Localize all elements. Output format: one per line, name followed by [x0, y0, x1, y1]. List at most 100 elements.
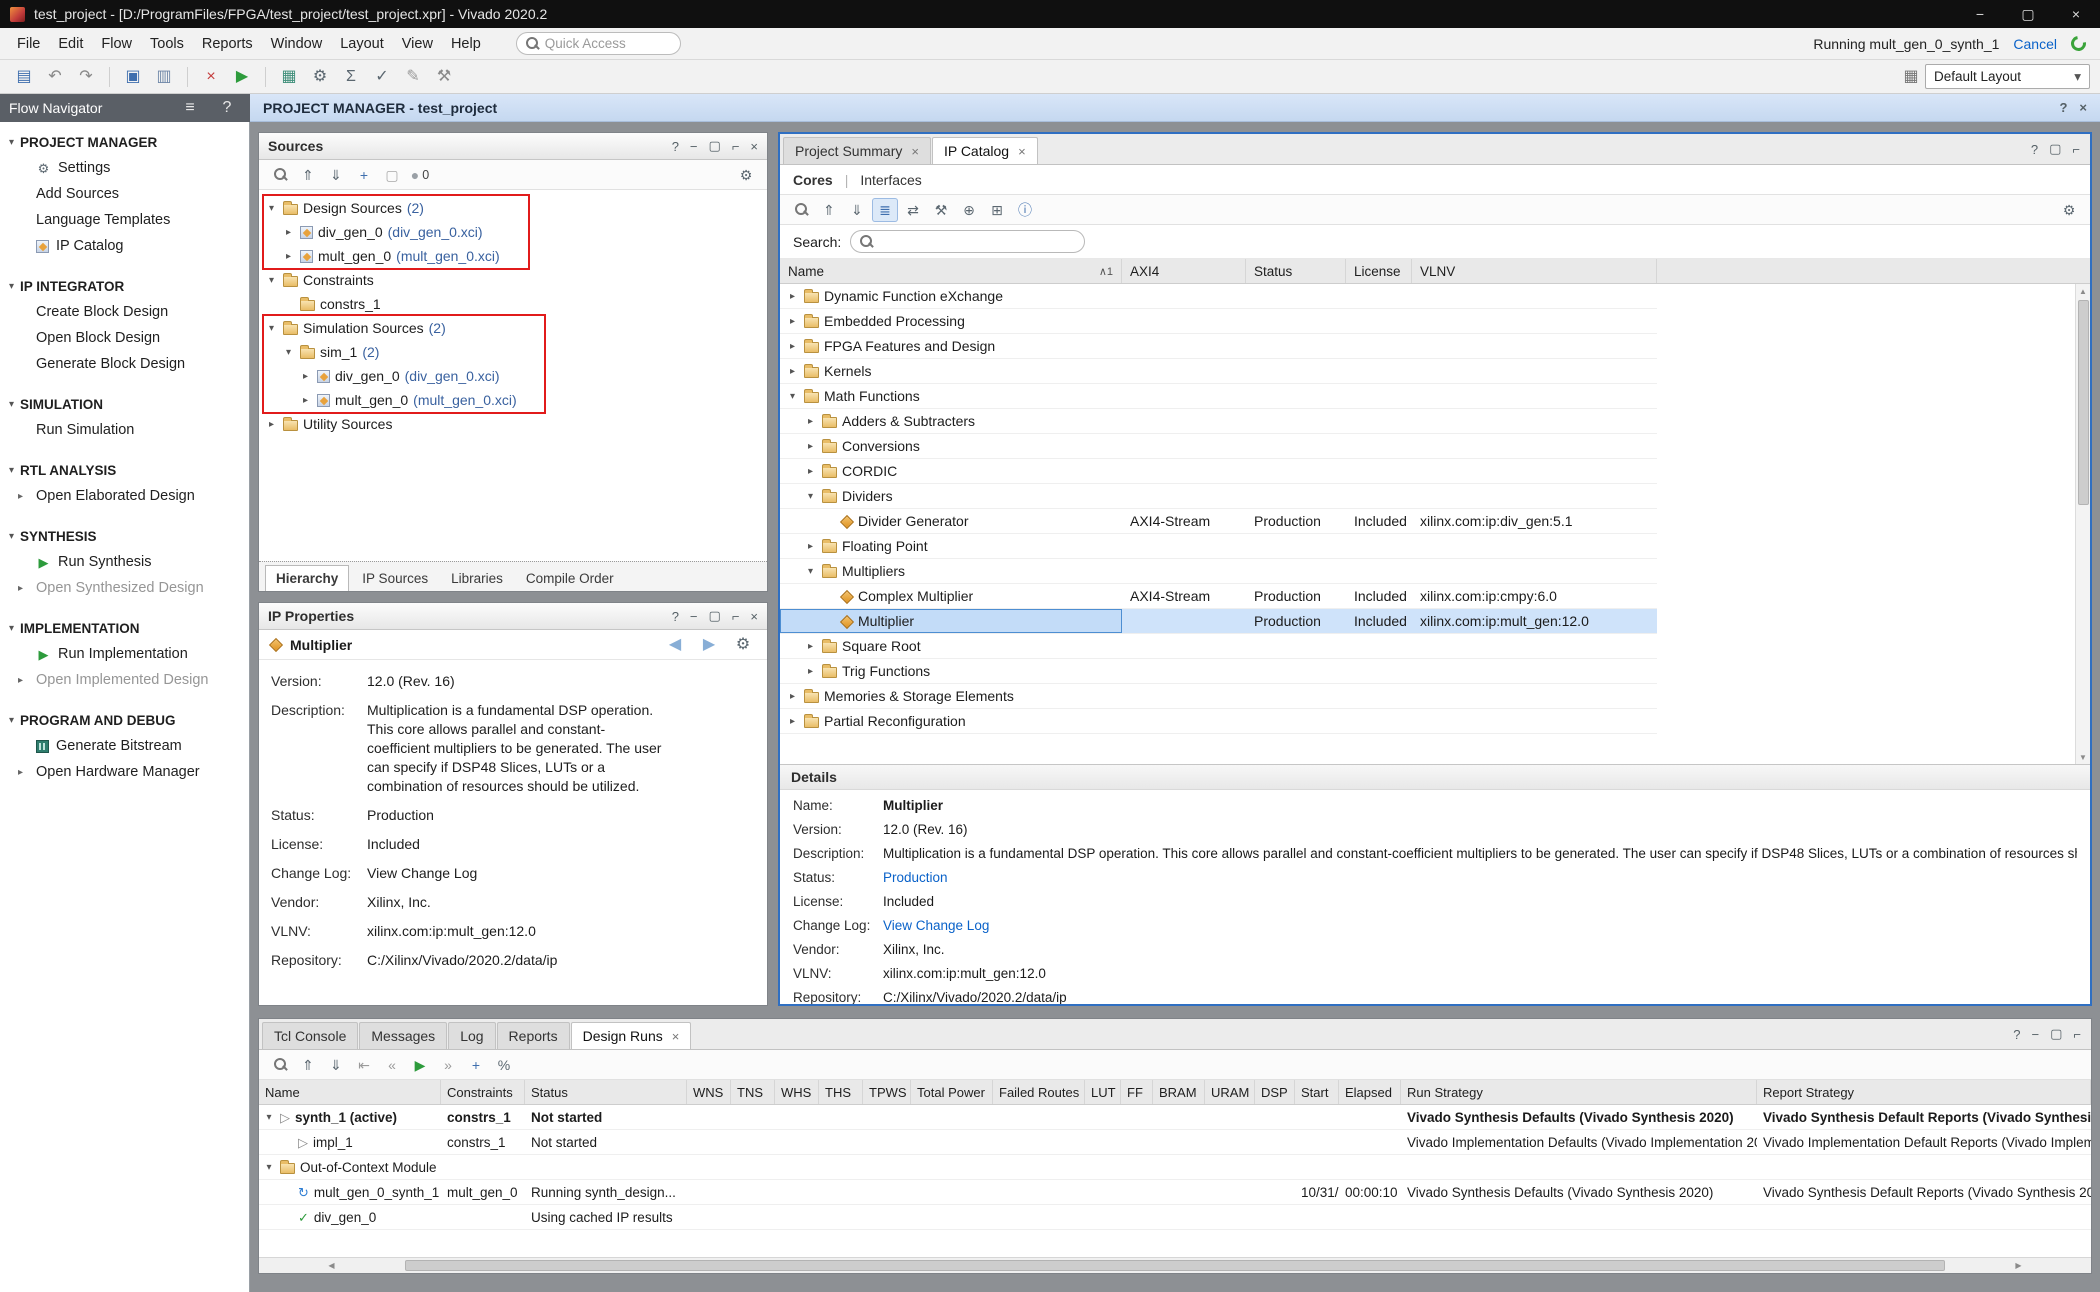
create-run-button[interactable]: +: [463, 1053, 489, 1077]
console-tab-tcl-console[interactable]: Tcl Console: [262, 1022, 358, 1049]
console-tab-design-runs[interactable]: Design Runs×: [571, 1022, 692, 1049]
tree-expander-icon[interactable]: ▸: [786, 291, 799, 302]
runs-column-wns[interactable]: WNS: [687, 1080, 731, 1104]
flownav-ip-catalog[interactable]: IP Catalog: [0, 233, 249, 259]
undo-button[interactable]: ↶: [41, 64, 69, 90]
catalog-row-math-functions[interactable]: ▾Math Functions: [780, 384, 1657, 409]
maximize-button[interactable]: ▢: [2049, 141, 2061, 157]
float-button[interactable]: ⌐: [2073, 1026, 2081, 1042]
flow-section-header-project-manager[interactable]: ▾PROJECT MANAGER: [0, 130, 249, 155]
run-row-out-of-context-module-runs[interactable]: ▾Out-of-Context Module Runs: [259, 1155, 2091, 1180]
catalog-row-kernels[interactable]: ▸Kernels: [780, 359, 1657, 384]
vertical-scrollbar[interactable]: ▲ ▼: [2075, 284, 2090, 764]
runs-column-lut[interactable]: LUT: [1085, 1080, 1121, 1104]
flownav-open-hardware-manager[interactable]: ▸Open Hardware Manager: [0, 759, 249, 785]
menu-edit[interactable]: Edit: [49, 31, 92, 57]
maximize-button[interactable]: ▢: [709, 608, 721, 624]
catalog-row-dividers[interactable]: ▾Dividers: [780, 484, 1657, 509]
catalog-row-dynamic-function-exchange[interactable]: ▸Dynamic Function eXchange: [780, 284, 1657, 309]
cancel-link[interactable]: Cancel: [2013, 36, 2057, 52]
console-tab-messages[interactable]: Messages: [359, 1022, 447, 1049]
runs-column-bram[interactable]: BRAM: [1153, 1080, 1205, 1104]
flownav-settings[interactable]: ⚙Settings: [0, 155, 249, 181]
sources-view-tab-ip-sources[interactable]: IP Sources: [352, 566, 438, 591]
tree-expander-icon[interactable]: ▸: [299, 395, 312, 406]
runs-column-failed-routes[interactable]: Failed Routes: [993, 1080, 1085, 1104]
help-button[interactable]: ?: [672, 608, 679, 624]
runs-column-uram[interactable]: URAM: [1205, 1080, 1255, 1104]
source-item-div-gen-0[interactable]: ▸div_gen_0 (div_gen_0.xci): [259, 220, 767, 244]
menu-layout[interactable]: Layout: [331, 31, 393, 57]
search-button[interactable]: [788, 198, 814, 222]
run-selected-button[interactable]: ▶: [407, 1053, 433, 1077]
flownav-language-templates[interactable]: Language Templates: [0, 207, 249, 233]
step-back-button[interactable]: «: [379, 1053, 405, 1077]
search-button[interactable]: [267, 1053, 293, 1077]
source-item-constraints[interactable]: ▾Constraints: [259, 268, 767, 292]
tree-expander-icon[interactable]: ▸: [804, 416, 817, 427]
catalog-row-fpga-features-and-design[interactable]: ▸FPGA Features and Design: [780, 334, 1657, 359]
scroll-right-icon[interactable]: ▶: [1948, 1259, 2089, 1273]
tree-expander-icon[interactable]: ▾: [265, 323, 278, 334]
expand-all-button[interactable]: ⇓: [844, 198, 870, 222]
tree-expander-icon[interactable]: ▸: [282, 227, 295, 238]
add-sources-button[interactable]: +: [351, 163, 377, 187]
tree-expander-icon[interactable]: ▾: [282, 347, 295, 358]
catalog-row-multiplier[interactable]: MultiplierProductionIncludedxilinx.com:i…: [780, 609, 1657, 634]
run-row-impl-1[interactable]: ▷impl_1constrs_1Not startedVivado Implem…: [259, 1130, 2091, 1155]
flow-section-header-implementation[interactable]: ▾IMPLEMENTATION: [0, 616, 249, 641]
validate-button[interactable]: ✓: [368, 64, 396, 90]
catalog-row-partial-reconfiguration[interactable]: ▸Partial Reconfiguration: [780, 709, 1657, 734]
run-button[interactable]: ▶: [228, 64, 256, 90]
minimize-button[interactable]: −: [690, 138, 698, 154]
tree-expander-icon[interactable]: ▸: [786, 716, 799, 727]
flow-section-header-simulation[interactable]: ▾SIMULATION: [0, 392, 249, 417]
tree-expander-icon[interactable]: ▾: [263, 1162, 275, 1173]
previous-button[interactable]: ◀: [661, 632, 689, 658]
close-button[interactable]: ×: [750, 138, 758, 154]
flownav-open-elaborated-design[interactable]: ▸Open Elaborated Design: [0, 483, 249, 509]
catalog-row-multipliers[interactable]: ▾Multipliers: [780, 559, 1657, 584]
runs-column-dsp[interactable]: DSP: [1255, 1080, 1295, 1104]
close-button[interactable]: ×: [750, 608, 758, 624]
source-item-constrs-1[interactable]: constrs_1: [259, 292, 767, 316]
scrollbar-thumb[interactable]: [405, 1260, 1945, 1271]
help-button[interactable]: ?: [2013, 1026, 2020, 1042]
runs-column-report-strategy[interactable]: Report Strategy: [1757, 1080, 2091, 1104]
scrollbar-thumb[interactable]: [2078, 300, 2089, 505]
horizontal-scrollbar[interactable]: ◀ ▶: [259, 1257, 2091, 1273]
runs-column-ths[interactable]: THS: [819, 1080, 863, 1104]
expand-all-button[interactable]: ⇓: [323, 163, 349, 187]
runs-column-total-power[interactable]: Total Power: [911, 1080, 993, 1104]
float-button[interactable]: ⌐: [732, 138, 740, 154]
tree-expander-icon[interactable]: ▸: [265, 419, 278, 430]
tree-expander-icon[interactable]: ▾: [265, 275, 278, 286]
tools-button[interactable]: ⚒: [430, 64, 458, 90]
catalog-row-adders-subtracters[interactable]: ▸Adders & Subtracters: [780, 409, 1657, 434]
source-item-mult-gen-0[interactable]: ▸mult_gen_0 (mult_gen_0.xci): [259, 244, 767, 268]
settings-button[interactable]: ⚙: [733, 163, 759, 187]
field-value[interactable]: Production: [367, 806, 434, 825]
tree-expander-icon[interactable]: ▸: [786, 341, 799, 352]
tree-expander-icon[interactable]: ▾: [786, 391, 799, 402]
close-tab-icon[interactable]: ×: [911, 144, 919, 159]
edit-button[interactable]: ✎: [399, 64, 427, 90]
console-tab-reports[interactable]: Reports: [497, 1022, 570, 1049]
flownav-open-synthesized-design[interactable]: ▸Open Synthesized Design: [0, 575, 249, 601]
minimize-button[interactable]: −: [690, 608, 698, 624]
flow-section-header-program-and-debug[interactable]: ▾PROGRAM AND DEBUG: [0, 708, 249, 733]
expand-all-button[interactable]: ⇓: [323, 1053, 349, 1077]
menu-flow[interactable]: Flow: [92, 31, 141, 57]
float-button[interactable]: ⌐: [732, 608, 740, 624]
runs-column-tpws[interactable]: TPWS: [863, 1080, 911, 1104]
redo-button[interactable]: ↷: [72, 64, 100, 90]
navigator-help-button[interactable]: ?: [213, 95, 241, 121]
close-tab-icon[interactable]: ×: [672, 1029, 680, 1044]
info-button[interactable]: ⓘ: [1012, 198, 1038, 222]
close-tab-icon[interactable]: ×: [1018, 144, 1026, 159]
tree-expander-icon[interactable]: ▸: [786, 366, 799, 377]
close-button[interactable]: ×: [2052, 0, 2100, 28]
paste-button[interactable]: ▥: [150, 64, 178, 90]
settings-button[interactable]: ⚙: [2056, 198, 2082, 222]
flownav-run-simulation[interactable]: Run Simulation: [0, 417, 249, 443]
